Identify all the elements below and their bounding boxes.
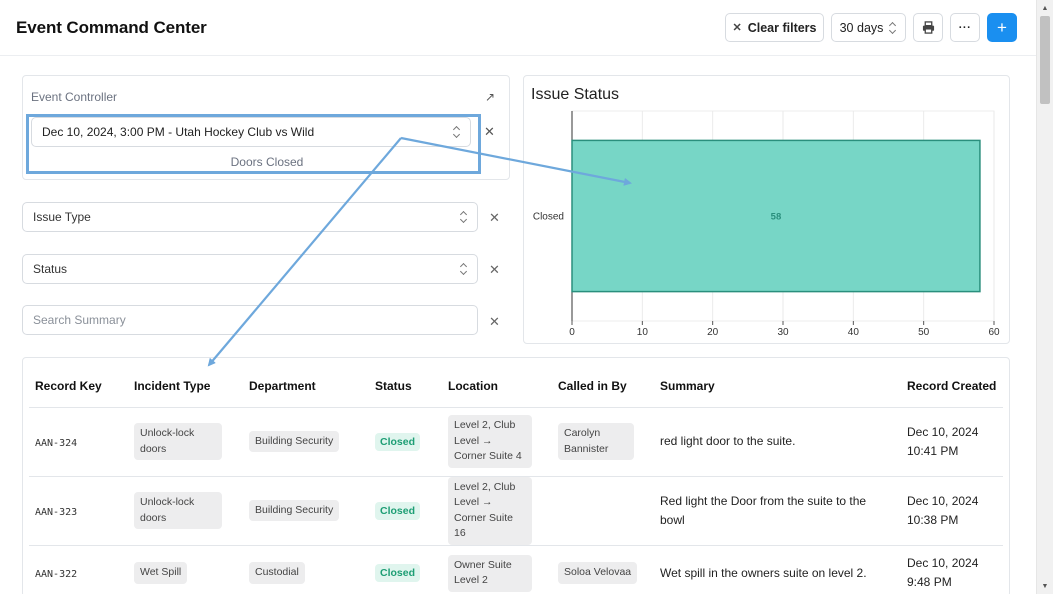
column-header[interactable]: Record Key	[29, 366, 128, 408]
table-row[interactable]: AAN-322 Wet Spill Custodial Closed Owner…	[29, 545, 1003, 594]
location-chip: Owner Suite Level 2	[448, 554, 532, 592]
date-range-select[interactable]: 30 days	[831, 13, 906, 42]
x-tick-label: 30	[777, 327, 789, 338]
record-key[interactable]: AAN-322	[35, 569, 77, 580]
incident-type-chip: Unlock-lock doors	[134, 423, 222, 460]
column-header[interactable]: Location	[442, 366, 552, 408]
scroll-up-arrow-icon[interactable]: ▲	[1037, 1, 1053, 15]
printer-icon	[922, 21, 934, 34]
department-chip: Custodial	[249, 562, 305, 584]
status-value: Status	[33, 262, 68, 276]
x-tick-label: 40	[848, 327, 860, 338]
summary-text: red light door to the suite.	[660, 434, 796, 448]
data-label: 58	[771, 212, 782, 223]
annotation-highlight-box	[26, 114, 481, 174]
add-button[interactable]: +	[987, 13, 1017, 42]
issue-status-chart-card: Issue Status 0 10 20 30 40 50 60 Closed 58	[523, 75, 1010, 344]
summary-text: Red light the Door from the suite to the…	[660, 493, 867, 527]
search-summary-input[interactable]: Search Summary	[22, 305, 478, 335]
created-time: 10:38 PM	[907, 512, 959, 527]
plus-icon: +	[997, 17, 1007, 37]
search-summary-placeholder: Search Summary	[33, 313, 126, 327]
clear-filters-button[interactable]: ✕ Clear filters	[725, 13, 824, 42]
department-chip: Building Security	[249, 430, 340, 453]
category-label: Closed	[533, 212, 564, 223]
status-badge: Closed	[375, 564, 421, 582]
column-header[interactable]: Incident Type	[128, 366, 243, 408]
more-options-button[interactable]: ···	[950, 13, 980, 42]
top-bar: Event Command Center ✕ Clear filters 30 …	[0, 0, 1036, 56]
record-key[interactable]: AAN-324	[35, 438, 77, 449]
print-button[interactable]	[913, 13, 943, 42]
issue-type-value: Issue Type	[33, 210, 91, 224]
more-dots-icon: ···	[958, 21, 972, 34]
status-select[interactable]: Status	[22, 254, 478, 284]
created-time: 10:41 PM	[907, 443, 959, 458]
created-date: Dec 10, 2024	[907, 493, 979, 508]
record-key[interactable]: AAN-323	[35, 507, 77, 518]
x-tick-label: 0	[569, 327, 575, 338]
column-header[interactable]: Record Created	[901, 366, 1003, 408]
column-header[interactable]: Status	[369, 366, 442, 408]
incident-type-chip: Unlock-lock doors	[134, 492, 222, 529]
issue-status-chart: 0 10 20 30 40 50 60 Closed 58	[533, 110, 1000, 338]
expand-arrow-icon[interactable]: ↗	[485, 90, 495, 104]
summary-text: Wet spill in the owners suite on level 2…	[660, 565, 867, 580]
location-chip: Level 2, Club Level → Corner Suite 4	[448, 415, 532, 468]
x-tick-label: 10	[637, 327, 649, 338]
x-tick-label: 50	[918, 327, 930, 338]
issue-type-clear-icon[interactable]: ✕	[489, 210, 500, 226]
status-clear-icon[interactable]: ✕	[489, 262, 500, 278]
status-badge: Closed	[375, 501, 421, 520]
column-header[interactable]: Summary	[654, 366, 901, 408]
app-window: Event Command Center ✕ Clear filters 30 …	[0, 0, 1053, 594]
close-icon: ✕	[732, 22, 742, 34]
incident-type-chip: Wet Spill	[134, 562, 188, 584]
called-in-by-chip: Soloa Velovaa	[558, 562, 638, 584]
page-title: Event Command Center	[16, 17, 207, 37]
x-tick-label: 20	[707, 327, 719, 338]
column-header[interactable]: Department	[243, 366, 369, 408]
table-row[interactable]: AAN-323 Unlock-lock doors Building Secur…	[29, 476, 1003, 546]
scroll-down-arrow-icon[interactable]: ▼	[1037, 579, 1053, 593]
search-clear-icon[interactable]: ✕	[489, 314, 500, 330]
date-range-value: 30 days	[839, 20, 884, 35]
updown-chevron-icon	[460, 263, 468, 275]
event-controller-label: Event Controller	[31, 90, 118, 104]
updown-chevron-icon	[889, 22, 897, 34]
records-table-card: Record Key Incident Type Department Stat…	[22, 357, 1010, 594]
issue-type-select[interactable]: Issue Type	[22, 202, 478, 232]
x-tick-label: 60	[988, 327, 1000, 338]
location-chip: Level 2, Club Level → Corner Suite 16	[448, 476, 532, 545]
records-table: Record Key Incident Type Department Stat…	[29, 366, 1003, 594]
created-time: 9:48 PM	[907, 575, 952, 589]
table-row[interactable]: AAN-324 Unlock-lock doors Building Secur…	[29, 407, 1003, 477]
department-chip: Building Security	[249, 499, 340, 522]
header-actions: ✕ Clear filters 30 days ··· +	[725, 13, 1017, 42]
called-in-by-chip: Carolyn Bannister	[558, 423, 634, 460]
updown-chevron-icon	[460, 211, 468, 223]
clear-filters-label: Clear filters	[747, 20, 817, 35]
status-badge: Closed	[375, 432, 421, 451]
created-date: Dec 10, 2024	[907, 424, 979, 439]
event-clear-icon[interactable]: ✕	[484, 124, 495, 140]
table-header-row: Record Key Incident Type Department Stat…	[29, 366, 1003, 408]
created-date: Dec 10, 2024	[907, 556, 979, 570]
scrollbar-thumb[interactable]	[1040, 16, 1050, 104]
vertical-scrollbar[interactable]: ▲ ▼	[1036, 0, 1053, 594]
column-header[interactable]: Called in By	[552, 366, 654, 408]
